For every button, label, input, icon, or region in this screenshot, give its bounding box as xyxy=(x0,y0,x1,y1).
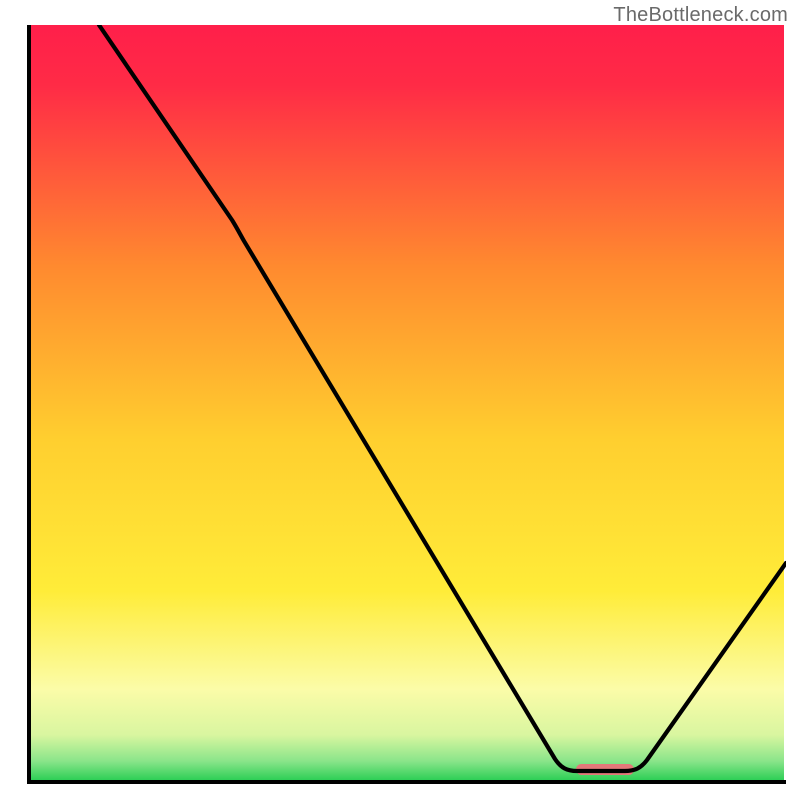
chart-plot-area xyxy=(27,25,786,784)
chart-svg xyxy=(27,25,786,784)
watermark-text: TheBottleneck.com xyxy=(613,4,788,27)
chart-background xyxy=(29,25,784,780)
